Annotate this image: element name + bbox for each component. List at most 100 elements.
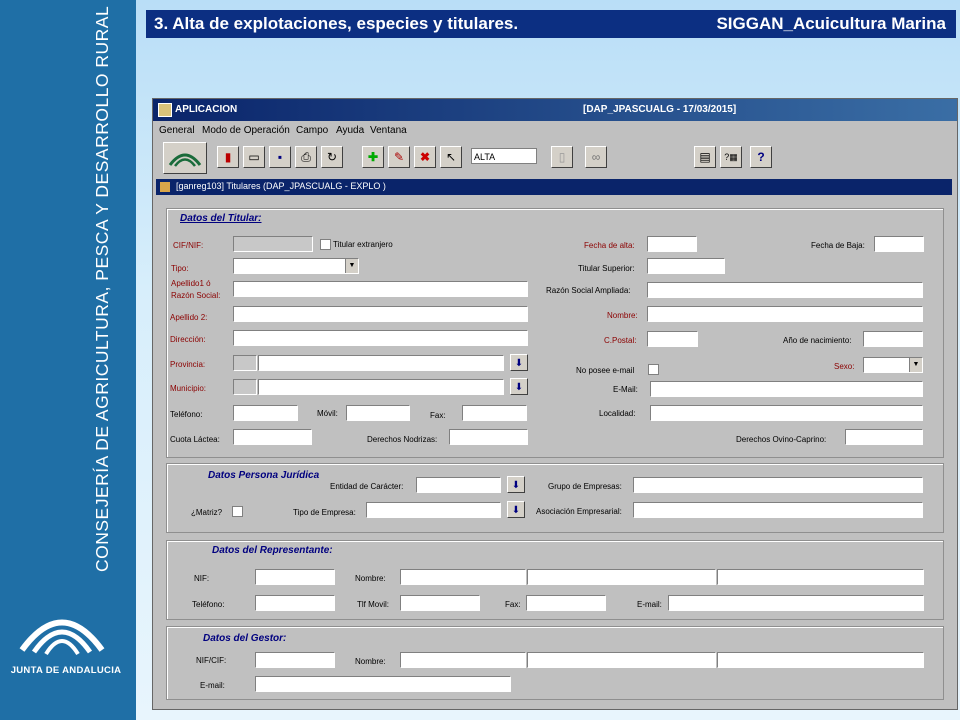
- tipo-empresa-label: Tipo de Empresa:: [293, 508, 356, 517]
- exit-button[interactable]: ▮: [217, 146, 239, 168]
- tipo-empresa-lookup-button[interactable]: ⬇: [507, 501, 525, 518]
- apellido2-field[interactable]: [233, 306, 528, 322]
- fax-field[interactable]: [462, 405, 527, 421]
- apellido1-field[interactable]: [233, 281, 528, 297]
- rep-apellido2-field[interactable]: [717, 569, 924, 585]
- matriz-checkbox[interactable]: [232, 506, 243, 517]
- menu-general[interactable]: General: [159, 125, 195, 136]
- rep-movil-label: Tlf Movil:: [357, 600, 389, 609]
- gestor-nombre-label: Nombre:: [355, 657, 386, 666]
- menu-ventana[interactable]: Ventana: [370, 125, 407, 136]
- gestor-nif-label: NIF/CIF:: [196, 656, 227, 665]
- help-button[interactable]: ?: [750, 146, 772, 168]
- download-arrow-icon: ⬇: [511, 480, 521, 491]
- extranjero-label: Titular extranjero: [333, 240, 393, 249]
- rep-apellido1-field[interactable]: [527, 569, 716, 585]
- cpostal-field[interactable]: [647, 331, 698, 347]
- representante-section-title: Datos del Representante:: [212, 545, 333, 556]
- grupo-field[interactable]: [633, 477, 923, 493]
- anio-nac-label: Año de nacimiento:: [783, 336, 852, 345]
- notes-button[interactable]: ▤: [694, 146, 716, 168]
- sexo-select[interactable]: ▼: [863, 357, 923, 373]
- cif-field[interactable]: [233, 236, 313, 252]
- rep-nif-label: NIF:: [194, 574, 210, 583]
- plus-icon: ✚: [367, 150, 379, 164]
- nombre-field[interactable]: [647, 306, 923, 322]
- rep-email-field[interactable]: [668, 595, 924, 611]
- menu-campo[interactable]: Campo: [296, 125, 328, 136]
- copy-button[interactable]: ▯: [551, 146, 573, 168]
- open-button[interactable]: ▭: [243, 146, 265, 168]
- help-context-button[interactable]: ?▦: [720, 146, 742, 168]
- apellido2-label: Apellido 2:: [170, 313, 208, 322]
- titular-section-title: Datos del Titular:: [180, 213, 262, 224]
- rep-fax-field[interactable]: [526, 595, 606, 611]
- municipio-lookup-button[interactable]: ⬇: [510, 378, 528, 395]
- rep-fax-label: Fax:: [505, 600, 521, 609]
- save-button[interactable]: ▪: [269, 146, 291, 168]
- razon-ampliada-field[interactable]: [647, 282, 923, 298]
- gestor-apellido2-field[interactable]: [717, 652, 924, 668]
- telefono-field[interactable]: [233, 405, 298, 421]
- direccion-field[interactable]: [233, 330, 528, 346]
- extranjero-checkbox[interactable]: [320, 239, 331, 250]
- provincia-lookup-button[interactable]: ⬇: [510, 354, 528, 371]
- gestor-nif-field[interactable]: [255, 652, 335, 668]
- query-button[interactable]: ↖: [440, 146, 462, 168]
- nodrizas-label: Derechos Nodrizas:: [367, 435, 438, 444]
- email-field[interactable]: [650, 381, 923, 397]
- rep-nif-field[interactable]: [255, 569, 335, 585]
- cuota-field[interactable]: [233, 429, 312, 445]
- print-button[interactable]: ⎙: [295, 146, 317, 168]
- asociacion-field[interactable]: [633, 502, 923, 518]
- titular-superior-field[interactable]: [647, 258, 725, 274]
- entidad-lookup-button[interactable]: ⬇: [507, 476, 525, 493]
- cursor-icon: ↖: [445, 150, 457, 164]
- menu-modo[interactable]: Modo de Operación: [202, 125, 290, 136]
- gestor-email-field[interactable]: [255, 676, 511, 692]
- movil-field[interactable]: [346, 405, 410, 421]
- provincia-code-field[interactable]: [233, 355, 257, 371]
- provincia-field[interactable]: [258, 355, 504, 371]
- notes-icon: ▤: [699, 150, 711, 164]
- help-context-icon: ?▦: [724, 152, 738, 162]
- junta-toolbar-button[interactable]: [163, 142, 207, 174]
- no-email-label: No posee e-mail: [576, 366, 635, 375]
- pencil-icon: ✎: [393, 150, 405, 164]
- localidad-field[interactable]: [650, 405, 923, 421]
- delete-button[interactable]: ✖: [414, 146, 436, 168]
- fecha-baja-field[interactable]: [874, 236, 924, 252]
- sidebar: CONSEJERÍA DE AGRICULTURA, PESCA Y DESAR…: [0, 0, 136, 720]
- ovino-field[interactable]: [845, 429, 923, 445]
- subwindow-titlebar: [ganreg103] Titulares (DAP_JPASCUALG - E…: [156, 179, 952, 195]
- nodrizas-field[interactable]: [449, 429, 528, 445]
- save-icon: ▪: [277, 150, 283, 164]
- fax-label: Fax:: [430, 411, 446, 420]
- refresh-button[interactable]: ↻: [321, 146, 343, 168]
- edit-button[interactable]: ✎: [388, 146, 410, 168]
- no-email-checkbox[interactable]: [648, 364, 659, 375]
- fecha-alta-field[interactable]: [647, 236, 697, 252]
- municipio-code-field[interactable]: [233, 379, 257, 395]
- ovino-label: Derechos Ovino-Caprino:: [736, 435, 827, 444]
- tipo-empresa-field[interactable]: [366, 502, 501, 518]
- rep-nombre-field[interactable]: [400, 569, 526, 585]
- window-title: APLICACION: [175, 104, 238, 115]
- add-button[interactable]: ✚: [362, 146, 384, 168]
- juridica-section-title: Datos Persona Jurídica: [208, 470, 320, 481]
- municipio-field[interactable]: [258, 379, 504, 395]
- razon-social-label: Razón Social:: [171, 291, 221, 300]
- rep-telefono-field[interactable]: [255, 595, 335, 611]
- cif-label: CIF/NIF:: [173, 241, 204, 250]
- localidad-label: Localidad:: [599, 409, 636, 418]
- gestor-email-label: E-mail:: [200, 681, 225, 690]
- gestor-nombre-field[interactable]: [400, 652, 526, 668]
- anio-nac-field[interactable]: [863, 331, 923, 347]
- entidad-field[interactable]: [416, 477, 501, 493]
- search-button[interactable]: ∞: [585, 146, 607, 168]
- menu-ayuda[interactable]: Ayuda: [336, 125, 364, 136]
- rep-telefono-label: Teléfono:: [192, 600, 225, 609]
- rep-movil-field[interactable]: [400, 595, 480, 611]
- tipo-select[interactable]: ▼: [233, 258, 359, 274]
- gestor-apellido1-field[interactable]: [527, 652, 716, 668]
